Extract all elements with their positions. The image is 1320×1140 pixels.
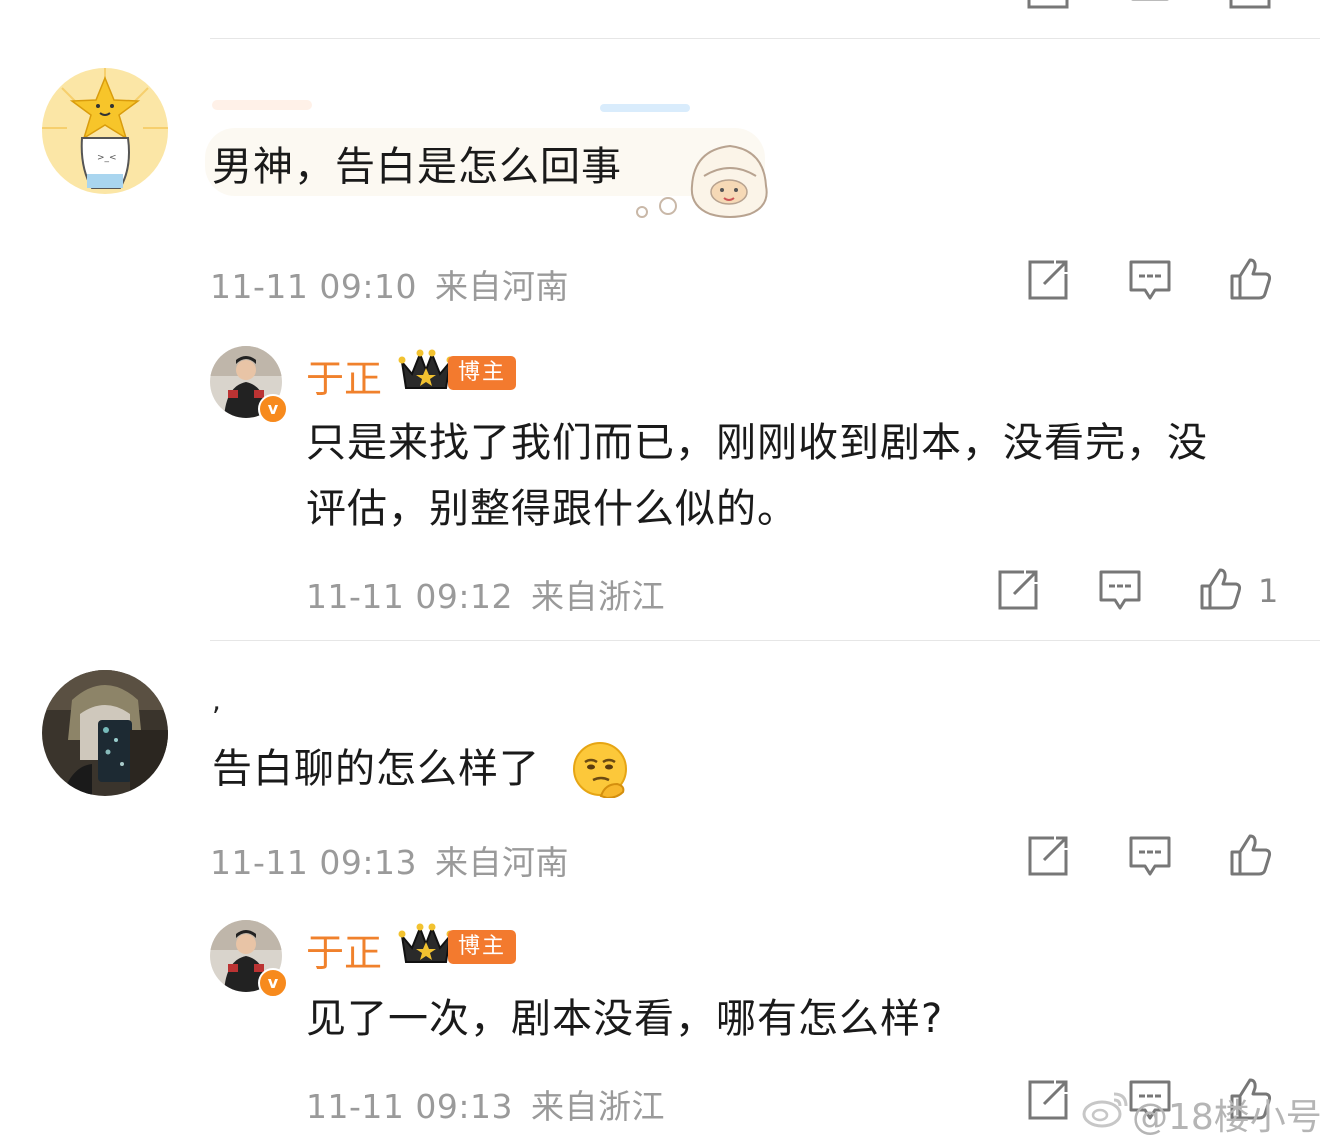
divider — [210, 38, 1320, 39]
reply-author-name[interactable]: 于正 — [306, 922, 382, 977]
like-count: 1 — [1258, 572, 1279, 610]
share-icon[interactable] — [1026, 1078, 1070, 1122]
share-icon[interactable] — [1026, 0, 1070, 10]
like-icon[interactable] — [1228, 256, 1272, 300]
weibo-logo-icon — [1082, 1088, 1130, 1128]
verified-badge: v — [258, 968, 288, 998]
reply-location: 来自浙江 — [530, 577, 665, 616]
like-icon[interactable] — [1198, 566, 1242, 610]
verified-badge: v — [258, 394, 288, 424]
reply-author-name[interactable]: 于正 — [306, 348, 382, 403]
blogger-badge: 博主 — [448, 930, 517, 964]
comment-text: 男神，告白是怎么回事 — [212, 144, 622, 190]
blogger-badge: 博主 — [448, 356, 517, 390]
comment-icon[interactable] — [1128, 834, 1172, 878]
comment-text: 告白聊的怎么样了 — [212, 746, 540, 792]
reply-text: 只是来找了我们而已，刚刚收到剧本，没看完，没评估，别整得跟什么似的。 — [306, 420, 1208, 532]
like-icon[interactable] — [1228, 832, 1272, 876]
share-icon[interactable] — [1026, 834, 1070, 878]
sticker-character-icon — [632, 140, 772, 220]
svg-text:>_<: >_< — [97, 153, 117, 163]
thinking-emoji-icon — [571, 740, 629, 800]
reply-location: 来自浙江 — [530, 1087, 665, 1126]
divider — [210, 640, 1320, 641]
comment-icon[interactable] — [1128, 258, 1172, 302]
comment-meta: 11-11 09:10 来自河南 — [210, 260, 569, 308]
share-icon[interactable] — [1026, 258, 1070, 302]
reply-meta: 11-11 09:13 来自浙江 — [306, 1080, 665, 1128]
avatar[interactable] — [42, 670, 168, 796]
username-highlight-tail — [600, 104, 690, 112]
comment-location: 来自河南 — [434, 267, 569, 306]
username-highlight — [212, 100, 312, 110]
comment-icon[interactable] — [1098, 568, 1142, 612]
comment-time: 11-11 09:10 — [210, 267, 417, 306]
watermark: @18楼小号 — [1132, 1097, 1320, 1138]
share-icon[interactable] — [996, 568, 1040, 612]
comment-time: 11-11 09:13 — [210, 843, 417, 882]
comment-meta: 11-11 09:13 来自河南 — [210, 836, 569, 884]
reply-meta: 11-11 09:12 来自浙江 — [306, 570, 665, 618]
reply-time: 11-11 09:12 — [306, 577, 513, 616]
comment-location: 来自河南 — [434, 843, 569, 882]
crown-icon — [398, 922, 454, 966]
reply-text: 见了一次，剧本没看，哪有怎么样? — [306, 996, 944, 1042]
reply-time: 11-11 09:13 — [306, 1087, 513, 1126]
username-fragment: , — [212, 684, 221, 717]
comment-icon[interactable] — [1128, 0, 1172, 10]
crown-icon — [398, 348, 454, 392]
previous-comment-meta-fragment — [210, 0, 650, 6]
like-icon[interactable] — [1228, 0, 1272, 10]
avatar[interactable]: >_< — [42, 68, 168, 194]
